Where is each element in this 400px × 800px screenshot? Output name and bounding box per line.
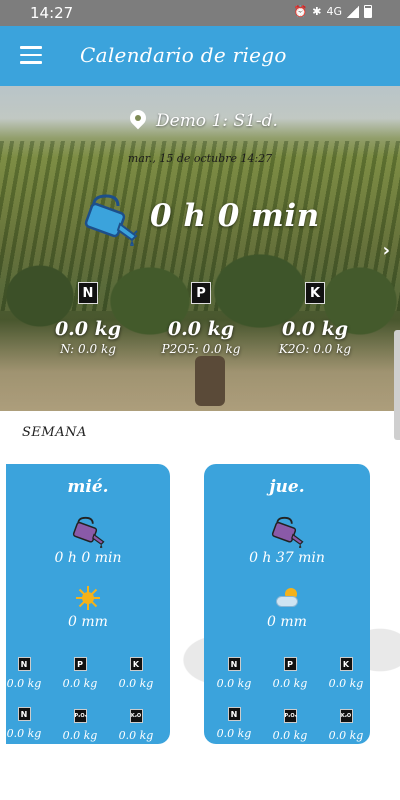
nutrient-value: 0.0 kg bbox=[328, 677, 364, 690]
hamburger-menu-icon[interactable] bbox=[20, 46, 42, 64]
status-time: 14:27 bbox=[30, 4, 74, 22]
page-title: Calendario de riego bbox=[80, 43, 287, 67]
nutrient-n: N 0.0 kg N: 0.0 kg bbox=[33, 282, 143, 356]
signal-icon bbox=[347, 5, 359, 18]
watering-can-icon bbox=[84, 194, 138, 246]
nutrient-value: 0.0 kg bbox=[6, 677, 42, 690]
nutrient-value: 0.0 kg bbox=[216, 677, 252, 690]
k2o-badge-icon: K₂O bbox=[129, 709, 143, 723]
nitrogen-badge-icon: N bbox=[227, 657, 241, 671]
day-rainfall: 0 mm bbox=[267, 614, 307, 630]
nutrient-p: P 0.0 kg P2O5: 0.0 kg bbox=[146, 282, 256, 356]
location-pin-icon bbox=[130, 110, 146, 132]
nutrient-cell: N 0.0 kg bbox=[206, 702, 262, 740]
alarm-icon: ⏰ bbox=[293, 5, 308, 18]
watering-can-icon bbox=[271, 516, 304, 548]
tree-trunk bbox=[195, 356, 225, 406]
k2o-badge-icon: K₂O bbox=[339, 709, 353, 723]
nitrogen-badge-icon: N bbox=[227, 707, 241, 721]
phosphorus-badge-icon: P bbox=[283, 657, 297, 671]
nutrient-cell: P 0.0 kg bbox=[262, 652, 318, 690]
nutrient-value: 0.0 kg bbox=[118, 729, 154, 742]
app-bar: Calendario de riego bbox=[0, 26, 400, 86]
nutrient-cell: K₂O 0.0 kg bbox=[108, 702, 164, 742]
nutrient-value: 0.0 kg bbox=[6, 727, 42, 740]
nutrient-cell: N 0.0 kg bbox=[0, 652, 52, 690]
nutrient-value: 0.0 kg bbox=[62, 729, 98, 742]
nitrogen-badge-icon: N bbox=[78, 282, 98, 304]
phosphorus-badge-icon: P bbox=[191, 282, 211, 304]
nutrient-cell: K 0.0 kg bbox=[108, 652, 164, 690]
status-icons: ⏰ ✱ 4G bbox=[294, 5, 372, 18]
nutrient-cell: K 0.0 kg bbox=[318, 652, 374, 690]
nutrient-detail: P2O5: 0.0 kg bbox=[161, 342, 241, 356]
battery-icon bbox=[364, 5, 372, 18]
watering-can-icon bbox=[72, 516, 105, 548]
plot-selector[interactable]: Demo 1: S1-d. bbox=[130, 110, 278, 132]
irrigation-duration: 0 h 0 min bbox=[150, 198, 320, 234]
hero-banner: Demo 1: S1-d. mar., 15 de octubre 14:27 … bbox=[0, 86, 400, 411]
p2o5-badge-icon: P₂O₅ bbox=[73, 709, 87, 723]
day-irrigation-time: 0 h 0 min bbox=[54, 550, 122, 566]
status-bar: 14:27 ⏰ ✱ 4G bbox=[0, 0, 400, 26]
nutrient-value: 0.0 kg bbox=[328, 729, 364, 742]
nitrogen-badge-icon: N bbox=[17, 707, 31, 721]
nutrient-total: 0.0 kg bbox=[54, 318, 122, 340]
week-section-title: SEMANA bbox=[22, 425, 87, 440]
nutrient-value: 0.0 kg bbox=[118, 677, 154, 690]
day-card[interactable]: jue. 0 h 37 min 0 mm N 0.0 kg P 0.0 kg K 0.… bbox=[204, 464, 370, 744]
day-card[interactable]: mié. 0 h 0 min 0 mm N 0.0 kg P 0.0 kg K 0.0… bbox=[6, 464, 170, 744]
day-name: mié. bbox=[67, 477, 109, 497]
nutrient-cell: P 0.0 kg bbox=[52, 652, 108, 690]
nutrient-cell: N 0.0 kg bbox=[206, 652, 262, 690]
nutrient-detail: K2O: 0.0 kg bbox=[278, 342, 352, 356]
day-irrigation-time: 0 h 37 min bbox=[249, 550, 325, 566]
bluetooth-icon: ✱ bbox=[312, 5, 322, 18]
cloud-sun-icon bbox=[275, 586, 299, 610]
potassium-badge-icon: K bbox=[339, 657, 353, 671]
potassium-badge-icon: K bbox=[305, 282, 325, 304]
nutrient-cell: N 0.0 kg bbox=[0, 702, 52, 740]
day-rainfall: 0 mm bbox=[68, 614, 108, 630]
day-name: jue. bbox=[269, 477, 305, 497]
nutrient-cell: P₂O₅ 0.0 kg bbox=[52, 702, 108, 742]
plot-name: Demo 1: S1-d. bbox=[156, 111, 278, 131]
network-type: 4G bbox=[326, 5, 342, 18]
nutrient-value: 0.0 kg bbox=[272, 729, 308, 742]
nutrient-total: 0.0 kg bbox=[167, 318, 235, 340]
nitrogen-badge-icon: N bbox=[17, 657, 31, 671]
nutrient-value: 0.0 kg bbox=[216, 727, 252, 740]
phosphorus-badge-icon: P bbox=[73, 657, 87, 671]
nutrient-total: 0.0 kg bbox=[281, 318, 349, 340]
current-date: mar., 15 de octubre 14:27 bbox=[127, 152, 273, 165]
side-scroll-handle[interactable] bbox=[394, 330, 400, 440]
nutrient-k: K 0.0 kg K2O: 0.0 kg bbox=[260, 282, 370, 356]
sun-icon bbox=[76, 586, 100, 610]
nutrient-detail: N: 0.0 kg bbox=[60, 342, 116, 356]
potassium-badge-icon: K bbox=[129, 657, 143, 671]
nutrient-cell: P₂O₅ 0.0 kg bbox=[262, 702, 318, 742]
p2o5-badge-icon: P₂O₅ bbox=[283, 709, 297, 723]
nutrient-cell: K₂O 0.0 kg bbox=[318, 702, 374, 742]
nutrient-value: 0.0 kg bbox=[272, 677, 308, 690]
chevron-right-icon[interactable]: › bbox=[383, 240, 390, 261]
nutrient-value: 0.0 kg bbox=[62, 677, 98, 690]
